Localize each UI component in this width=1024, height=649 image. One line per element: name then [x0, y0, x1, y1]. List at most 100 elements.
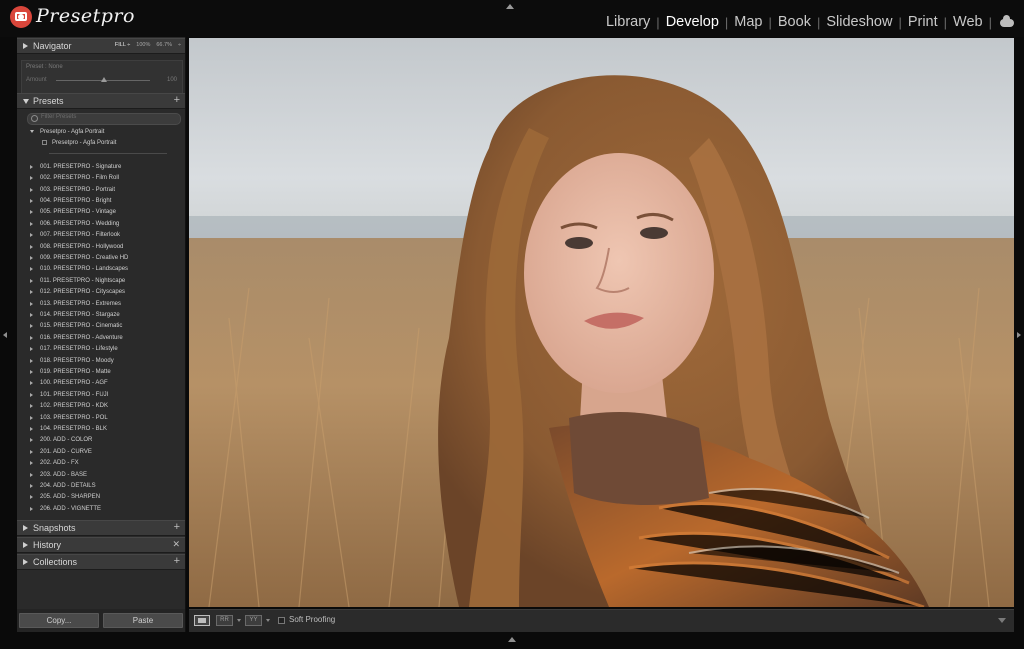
- preset-folder-label: 001. PRESETPRO - Signature: [40, 163, 122, 170]
- amount-label: Amount: [26, 77, 47, 83]
- preset-folder[interactable]: 008. PRESETPRO - Hollywood: [30, 241, 128, 252]
- zoom-100[interactable]: 100%: [136, 42, 150, 48]
- preset-folder[interactable]: 200. ADD - COLOR: [30, 435, 128, 446]
- module-web[interactable]: Web: [953, 14, 983, 30]
- preset-folder-label: 205. ADD - SHARPEN: [40, 494, 101, 501]
- preset-folder[interactable]: 203. ADD - BASE: [30, 469, 128, 480]
- paste-button[interactable]: Paste: [103, 613, 183, 628]
- camera-icon: [10, 6, 32, 28]
- preset-folder[interactable]: 101. PRESETPRO - FUJI: [30, 389, 128, 400]
- expand-triangle-icon: [23, 542, 28, 548]
- preset-folder[interactable]: 005. PRESETPRO - Vintage: [30, 207, 128, 218]
- preset-folder[interactable]: 001. PRESETPRO - Signature: [30, 161, 128, 172]
- zoom-66[interactable]: 66.7%: [156, 42, 172, 48]
- preset-folder-label: 104. PRESETPRO - BLK: [40, 426, 108, 433]
- preset-folder[interactable]: 016. PRESETPRO - Adventure: [30, 332, 128, 343]
- navigator-header[interactable]: Navigator FILL ÷ 100% 66.7% ÷: [17, 38, 185, 54]
- module-separator: |: [724, 14, 729, 30]
- preset-folder-label: 017. PRESETPRO - Lifestyle: [40, 346, 118, 353]
- preset-folder[interactable]: 206. ADD - VIGNETTE: [30, 503, 128, 514]
- photo-preview[interactable]: [189, 38, 1014, 607]
- expand-triangle-icon: [30, 187, 33, 192]
- clear-history-icon[interactable]: ✕: [172, 539, 180, 550]
- zoom-fill[interactable]: FILL ÷: [115, 42, 130, 48]
- preset-folder-label: 002. PRESETPRO - Film Roll: [40, 175, 120, 182]
- preset-folder[interactable]: 007. PRESETPRO - Filterlook: [30, 229, 128, 240]
- preset-folder[interactable]: 100. PRESETPRO - AGF: [30, 378, 128, 389]
- module-print[interactable]: Print: [908, 14, 938, 30]
- copy-button[interactable]: Copy...: [19, 613, 99, 628]
- preset-folder[interactable]: 012. PRESETPRO - Cityscapes: [30, 286, 128, 297]
- preset-folder-label: 008. PRESETPRO - Hollywood: [40, 243, 124, 250]
- amount-slider-thumb[interactable]: [101, 77, 107, 82]
- search-icon: [31, 115, 38, 122]
- filter-presets-input[interactable]: Filter Presets: [27, 113, 181, 125]
- preset-folder-label: 005. PRESETPRO - Vintage: [40, 209, 116, 216]
- preset-folder-label: 014. PRESETPRO - Stargaze: [40, 311, 120, 318]
- preset-folder-label: 007. PRESETPRO - Filterlook: [40, 232, 121, 239]
- preset-folder-label: 015. PRESETPRO - Cinematic: [40, 323, 123, 330]
- soft-proofing-checkbox[interactable]: [278, 617, 285, 624]
- chevron-down-icon[interactable]: [237, 619, 241, 622]
- presets-title: Presets: [33, 96, 64, 106]
- module-map[interactable]: Map: [734, 14, 762, 30]
- collapse-left-panel-icon[interactable]: [3, 332, 7, 338]
- preset-folder[interactable]: 201. ADD - CURVE: [30, 446, 128, 457]
- left-panel: Navigator FILL ÷ 100% 66.7% ÷ Preset : N…: [17, 37, 186, 632]
- toolbar-options-icon[interactable]: [998, 618, 1006, 623]
- preset-folder[interactable]: 104. PRESETPRO - BLK: [30, 423, 128, 434]
- bottom-toolbar: RR YY Soft Proofing: [189, 609, 1014, 632]
- module-slideshow[interactable]: Slideshow: [826, 14, 892, 30]
- preset-folder[interactable]: 204. ADD - DETAILS: [30, 480, 128, 491]
- preset-folder[interactable]: 006. PRESETPRO - Wedding: [30, 218, 128, 229]
- collapse-right-panel-icon[interactable]: [1017, 332, 1021, 338]
- preset-folder[interactable]: 102. PRESETPRO - KDK: [30, 401, 128, 412]
- preset-folder[interactable]: 013. PRESETPRO - Extremes: [30, 298, 128, 309]
- module-separator: |: [656, 14, 660, 30]
- filter-placeholder: Filter Presets: [41, 114, 77, 120]
- yy-view-button[interactable]: YY: [245, 615, 262, 626]
- expand-triangle-icon: [30, 278, 33, 283]
- preset-folder[interactable]: 205. ADD - SHARPEN: [30, 492, 128, 503]
- preset-folder[interactable]: 015. PRESETPRO - Cinematic: [30, 321, 128, 332]
- preset-folder-open[interactable]: Presetpro - Agfa Portrait: [30, 129, 104, 135]
- preset-folder[interactable]: 009. PRESETPRO - Creative HD: [30, 252, 128, 263]
- expand-triangle-icon: [30, 210, 33, 215]
- add-collection-icon[interactable]: +: [174, 555, 180, 567]
- before-after-button[interactable]: RR: [216, 615, 233, 626]
- collapse-top-panel-icon[interactable]: [506, 4, 514, 9]
- module-library[interactable]: Library: [606, 14, 650, 30]
- preset-folder[interactable]: 018. PRESETPRO - Moody: [30, 355, 128, 366]
- preset-folder[interactable]: 019. PRESETPRO - Matte: [30, 366, 128, 377]
- preset-folder[interactable]: 014. PRESETPRO - Stargaze: [30, 309, 128, 320]
- expand-triangle-icon: [30, 438, 33, 443]
- expand-triangle-icon: [30, 415, 33, 420]
- cloud-icon[interactable]: [1000, 15, 1014, 27]
- preset-folder-label: 018. PRESETPRO - Moody: [40, 357, 114, 364]
- history-header[interactable]: History ✕: [17, 537, 185, 553]
- snapshots-header[interactable]: Snapshots +: [17, 520, 185, 536]
- expand-triangle-icon: [30, 176, 33, 181]
- add-snapshot-icon[interactable]: +: [174, 521, 180, 533]
- expand-triangle-icon: [30, 324, 33, 329]
- preset-folder[interactable]: 004. PRESETPRO - Bright: [30, 195, 128, 206]
- presets-header[interactable]: Presets +: [17, 93, 185, 109]
- collapse-triangle-icon: [23, 99, 29, 104]
- expand-triangle-icon: [30, 427, 33, 432]
- preset-folder[interactable]: 017. PRESETPRO - Lifestyle: [30, 344, 128, 355]
- preset-folder[interactable]: 010. PRESETPRO - Landscapes: [30, 264, 128, 275]
- loupe-view-icon[interactable]: [194, 615, 210, 626]
- chevron-down-icon[interactable]: [266, 619, 270, 622]
- preset-folder[interactable]: 003. PRESETPRO - Portrait: [30, 184, 128, 195]
- collections-header[interactable]: Collections +: [17, 554, 185, 570]
- module-develop[interactable]: Develop: [666, 14, 719, 30]
- collapse-filmstrip-icon[interactable]: [508, 637, 516, 642]
- zoom-more[interactable]: ÷: [178, 42, 181, 48]
- preset-item[interactable]: Presetpro - Agfa Portrait: [42, 140, 116, 146]
- preset-folder[interactable]: 202. ADD - FX: [30, 458, 128, 469]
- preset-folder[interactable]: 103. PRESETPRO - POL: [30, 412, 128, 423]
- preset-folder[interactable]: 011. PRESETPRO - Nightscape: [30, 275, 128, 286]
- module-book[interactable]: Book: [778, 14, 811, 30]
- preset-folder[interactable]: 002. PRESETPRO - Film Roll: [30, 172, 128, 183]
- add-preset-icon[interactable]: +: [174, 94, 180, 106]
